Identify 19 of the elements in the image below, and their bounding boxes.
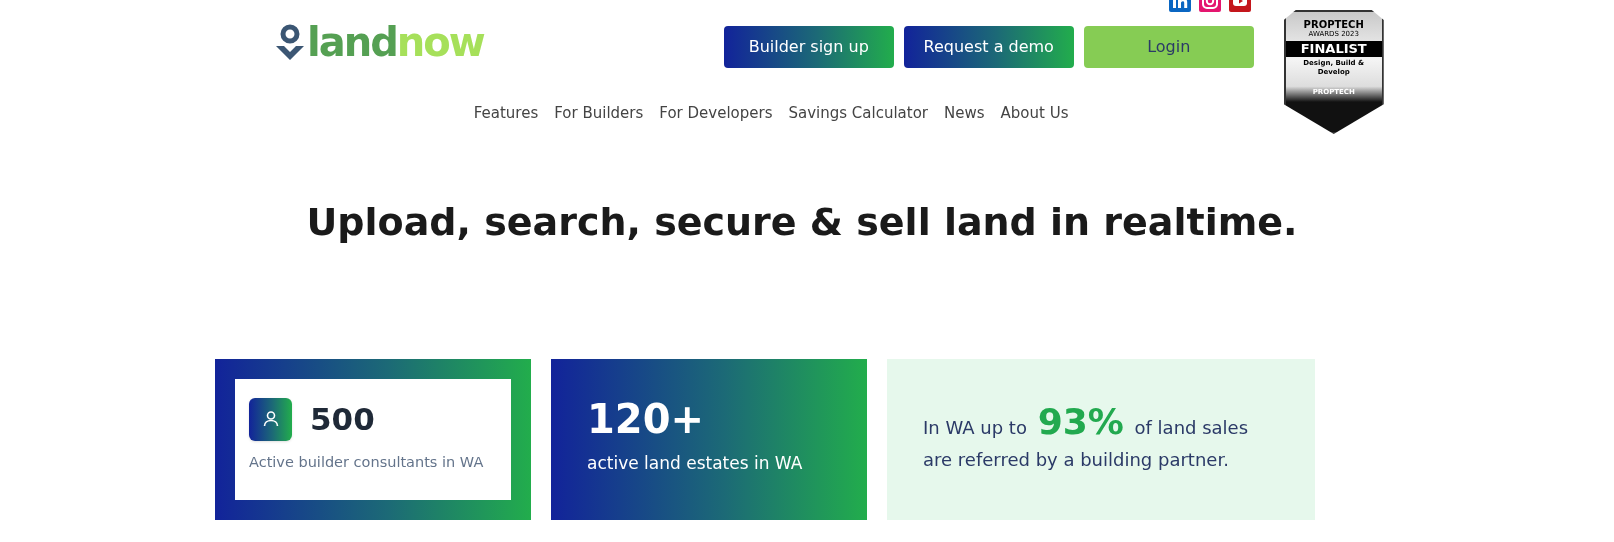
nav-link[interactable]: Features — [473, 102, 539, 125]
badge-ribbon: FINALIST — [1285, 40, 1382, 57]
badge-title: PROPTECH — [1303, 20, 1364, 30]
stat-text: In WA up to 93% of land sales are referred by a building partner. — [923, 403, 1250, 472]
stat-caption: Active builder consultants in WA — [249, 452, 485, 472]
stat-value: 120+ — [587, 397, 705, 441]
nav-link[interactable]: For Developers — [659, 102, 773, 125]
header-button[interactable]: Request a demo — [903, 26, 1074, 68]
header-button[interactable]: Login — [1083, 26, 1254, 68]
stat-caption: active land estates in WA — [587, 452, 804, 475]
person-icon — [249, 397, 292, 441]
header-button[interactable]: Builder sign up — [723, 26, 894, 68]
nav-link[interactable]: About Us — [1000, 102, 1069, 125]
hero-heading: Upload, search, secure & sell land in realtime. — [305, 199, 1299, 246]
logo-text: landnow — [307, 20, 484, 64]
nav-link[interactable]: News — [944, 102, 985, 125]
nav-link[interactable]: Savings Calculator — [788, 102, 929, 125]
nav-link[interactable]: For Builders — [554, 102, 644, 125]
stat-value: 500 — [310, 400, 375, 439]
